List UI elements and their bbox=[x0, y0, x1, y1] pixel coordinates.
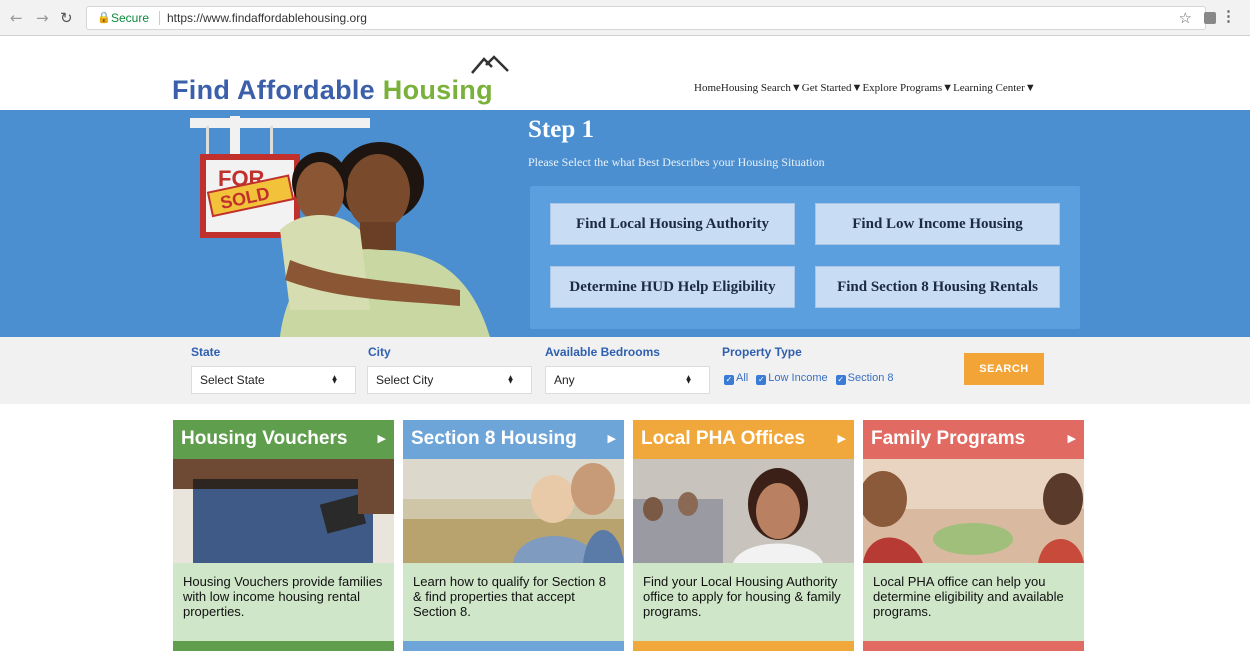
extension-icon[interactable] bbox=[1204, 12, 1216, 24]
find-local-housing-authority-button[interactable]: Find Local Housing Authority bbox=[550, 203, 795, 245]
state-select[interactable]: Select State ▲▼ bbox=[191, 366, 356, 394]
browser-toolbar: ← → ↻ 🔒 Secure https://www.findaffordabl… bbox=[0, 0, 1250, 36]
reload-icon[interactable]: ↻ bbox=[60, 9, 73, 27]
omnibox-divider bbox=[159, 11, 160, 25]
card-image bbox=[633, 459, 854, 563]
card-title-text: Family Programs bbox=[871, 428, 1026, 449]
city-select-value: Select City bbox=[376, 373, 434, 387]
site-logo[interactable]: Find Affordable Housing bbox=[172, 75, 493, 106]
checkbox-all[interactable]: ✓ bbox=[724, 375, 734, 385]
card-image bbox=[403, 459, 624, 563]
card-section8-housing[interactable]: Section 8 Housing ▶ Learn how to qualify… bbox=[403, 420, 624, 651]
lock-icon: 🔒 bbox=[97, 11, 111, 24]
checkbox-section8-label: Section 8 bbox=[847, 372, 894, 384]
secure-label: Secure bbox=[111, 11, 150, 25]
browser-menu-icon[interactable]: ⋮ bbox=[1221, 7, 1236, 25]
logo-text-housing: Housing bbox=[382, 75, 493, 105]
city-label: City bbox=[368, 345, 391, 359]
select-arrows-icon: ▲▼ bbox=[331, 374, 338, 382]
hero-family-photo: FOR SOLD bbox=[170, 110, 510, 337]
card-family-programs[interactable]: Family Programs ▶ Local PHA office can h… bbox=[863, 420, 1084, 651]
state-select-value: Select State bbox=[200, 373, 265, 387]
nav-home[interactable]: Home bbox=[694, 82, 721, 94]
nav-get-started[interactable]: Get Started▼ bbox=[802, 82, 863, 94]
card-description: Local PHA office can help you determine … bbox=[863, 563, 1084, 641]
step-subtitle: Please Select the what Best Describes yo… bbox=[528, 155, 825, 169]
address-bar[interactable]: 🔒 Secure https://www.findaffordablehousi… bbox=[86, 6, 1206, 30]
checkbox-all-label: All bbox=[736, 372, 749, 384]
top-navigation: HomeHousing Search▼Get Started▼Explore P… bbox=[694, 82, 1036, 94]
arrow-right-icon: ▶ bbox=[377, 432, 386, 445]
hero-banner: FOR SOLD Step 1 Please Select the what B… bbox=[0, 110, 1250, 337]
bookmark-star-icon[interactable]: ☆ bbox=[1179, 9, 1192, 27]
checkbox-low-income-label: Low Income bbox=[768, 372, 828, 384]
forward-arrow-icon[interactable]: → bbox=[36, 9, 49, 27]
bedrooms-label: Available Bedrooms bbox=[545, 345, 660, 359]
property-type-checkboxes: ✓ All ✓ Low Income ✓ Section 8 bbox=[724, 372, 894, 385]
bedrooms-select-value: Any bbox=[554, 373, 575, 387]
nav-explore-programs[interactable]: Explore Programs▼ bbox=[862, 82, 953, 94]
property-type-label: Property Type bbox=[722, 345, 802, 359]
card-description: Learn how to qualify for Section 8 & fin… bbox=[403, 563, 624, 641]
arrow-right-icon: ▶ bbox=[837, 432, 846, 445]
arrow-right-icon: ▶ bbox=[607, 432, 616, 445]
search-button[interactable]: SEARCH bbox=[964, 353, 1044, 385]
card-title-text: Section 8 Housing bbox=[411, 428, 577, 449]
house-roof-icon bbox=[471, 55, 509, 74]
back-arrow-icon[interactable]: ← bbox=[10, 9, 23, 27]
select-arrows-icon: ▲▼ bbox=[685, 374, 692, 382]
select-arrows-icon: ▲▼ bbox=[507, 374, 514, 382]
find-section8-rentals-button[interactable]: Find Section 8 Housing Rentals bbox=[815, 266, 1060, 308]
nav-housing-search[interactable]: Housing Search▼ bbox=[721, 82, 802, 94]
checkbox-section8[interactable]: ✓ bbox=[835, 375, 846, 385]
card-housing-vouchers[interactable]: Housing Vouchers ▶ Housing Vouchers prov… bbox=[173, 420, 394, 651]
state-label: State bbox=[191, 345, 221, 359]
search-bar: State Select State ▲▼ City Select City ▲… bbox=[0, 337, 1250, 404]
logo-text-find: Find Affordable bbox=[172, 75, 383, 105]
card-image bbox=[863, 459, 1084, 563]
card-title[interactable]: Local PHA Offices ▶ bbox=[633, 420, 854, 459]
card-title[interactable]: Housing Vouchers ▶ bbox=[173, 420, 394, 459]
determine-hud-eligibility-button[interactable]: Determine HUD Help Eligibility bbox=[550, 266, 795, 308]
find-low-income-housing-button[interactable]: Find Low Income Housing bbox=[815, 203, 1060, 245]
arrow-right-icon: ▶ bbox=[1067, 432, 1076, 445]
url-text[interactable]: https://www.findaffordablehousing.org bbox=[167, 7, 367, 29]
card-title-text: Housing Vouchers bbox=[181, 428, 348, 449]
card-title[interactable]: Section 8 Housing ▶ bbox=[403, 420, 624, 459]
bedrooms-select[interactable]: Any ▲▼ bbox=[545, 366, 710, 394]
checkbox-low-income[interactable]: ✓ bbox=[756, 375, 767, 385]
card-description: Housing Vouchers provide families with l… bbox=[173, 563, 394, 641]
card-local-pha-offices[interactable]: Local PHA Offices ▶ Find your Local Hous… bbox=[633, 420, 854, 651]
card-title[interactable]: Family Programs ▶ bbox=[863, 420, 1084, 459]
step-title: Step 1 bbox=[528, 116, 594, 143]
card-title-text: Local PHA Offices bbox=[641, 428, 806, 449]
card-description: Find your Local Housing Authority office… bbox=[633, 563, 854, 641]
city-select[interactable]: Select City ▲▼ bbox=[367, 366, 532, 394]
nav-learning-center[interactable]: Learning Center▼ bbox=[953, 82, 1036, 94]
situation-button-panel: Find Local Housing Authority Find Low In… bbox=[530, 186, 1080, 329]
card-image bbox=[173, 459, 394, 563]
